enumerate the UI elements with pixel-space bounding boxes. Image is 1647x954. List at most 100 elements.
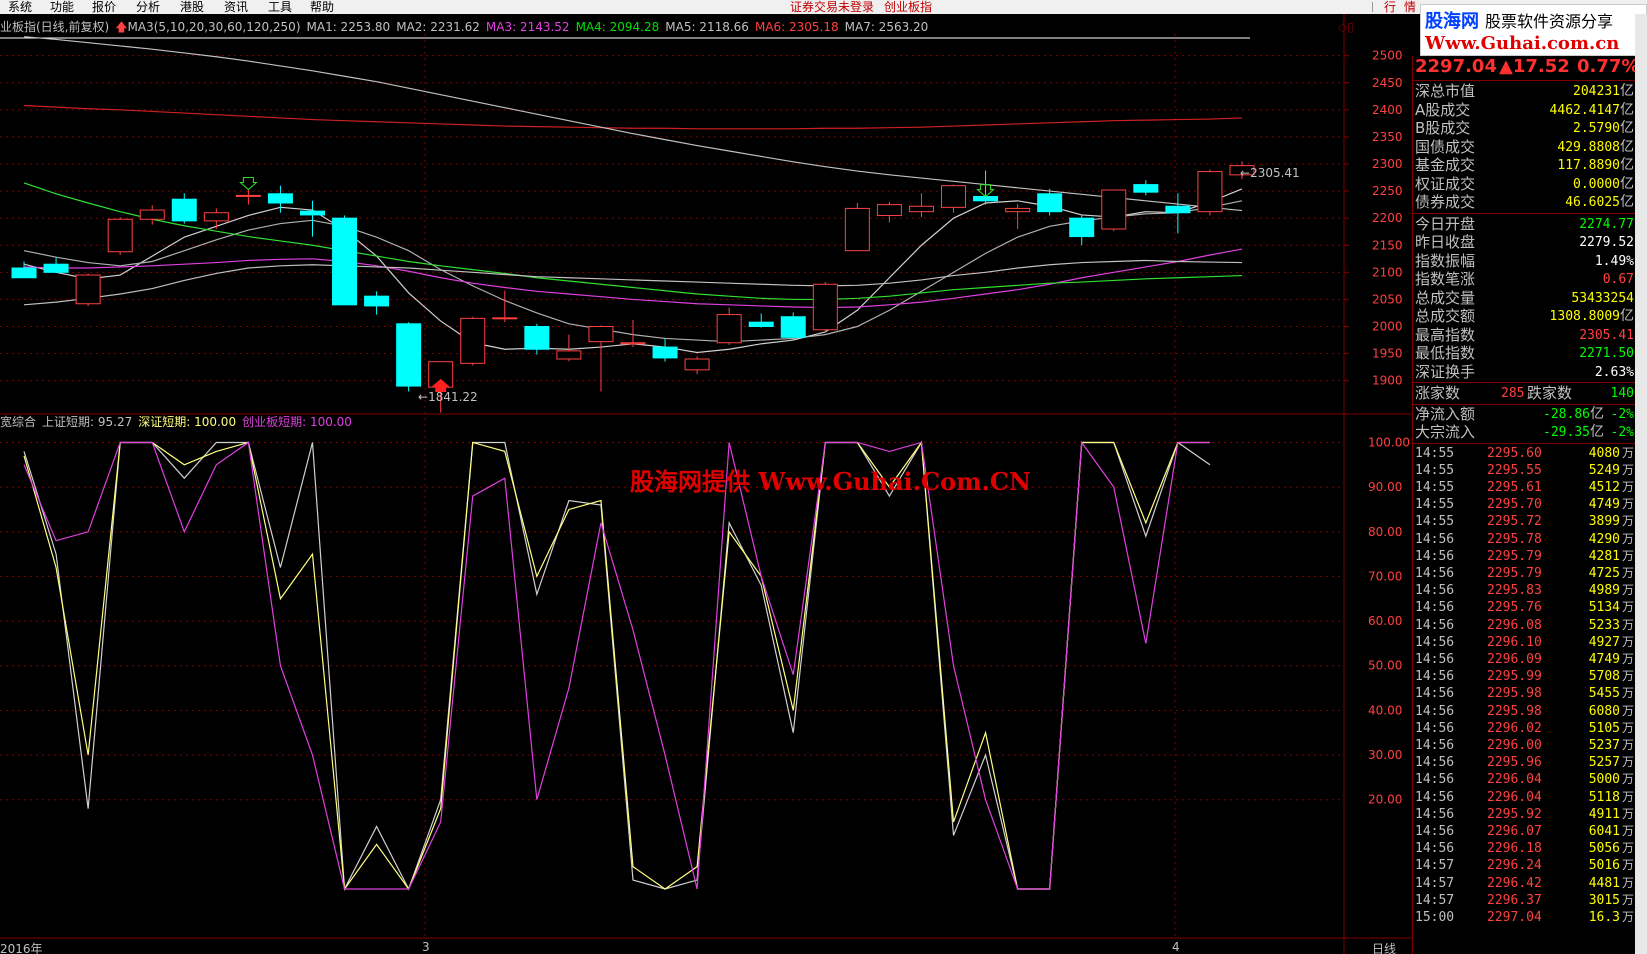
stat-value: 1.49% — [1594, 253, 1634, 269]
stat-label: 最高指数 — [1415, 325, 1476, 344]
stat-row: 指数振幅 1.49% — [1415, 252, 1634, 271]
tick-row: 14:56 2295.76 5134 万 — [1415, 599, 1634, 616]
legend-ma4: MA4: 2094.28 — [575, 20, 660, 34]
tick-price: 2295.92 — [1487, 806, 1542, 822]
menu-tools[interactable]: 工具 — [268, 0, 292, 14]
chart-options-icon[interactable]: ◇▯ — [1338, 20, 1354, 34]
tick-row: 14:57 2296.37 3015 万 — [1415, 892, 1634, 909]
menu-hk[interactable]: 港股 — [180, 0, 204, 14]
low-price-label: ←1841.22 — [418, 390, 478, 404]
menu-function[interactable]: 功能 — [50, 0, 74, 14]
tick-volume: 4290 — [1588, 531, 1620, 547]
tick-price: 2295.99 — [1487, 669, 1542, 685]
tick-unit: 万 — [1621, 875, 1634, 890]
panel-divider — [1413, 212, 1636, 214]
indicator-tick-label: 90.00 — [1368, 480, 1402, 494]
menu-analysis[interactable]: 分析 — [136, 0, 160, 14]
candle-up — [203, 212, 229, 222]
tick-volume: 5118 — [1588, 789, 1620, 805]
tick-volume: 5000 — [1588, 772, 1620, 788]
stat-label: 总成交额 — [1415, 307, 1476, 325]
tick-row: 14:56 2295.79 4725 万 — [1415, 565, 1634, 582]
tick-volume: 5257 — [1588, 755, 1620, 771]
stat-value: 1308.8009 — [1549, 309, 1620, 324]
candle-down — [1165, 205, 1191, 214]
tick-volume: 4749 — [1588, 497, 1620, 513]
price-change-pct: 0.77% — [1577, 56, 1640, 77]
price-tick-label: 2500 — [1372, 49, 1403, 63]
tick-row: 14:56 2296.09 4749 万 — [1415, 651, 1634, 668]
stat-label: 国债成交 — [1415, 137, 1476, 156]
current-price: 2297.04 — [1415, 56, 1497, 77]
tick-time: 15:00 — [1415, 909, 1455, 925]
menu-system[interactable]: 系统 — [8, 0, 32, 14]
trade-login-status[interactable]: 证券交易未登录 — [790, 0, 874, 14]
date-axis-april: 4 — [1172, 940, 1180, 954]
advance-label: 涨家数 — [1415, 384, 1461, 402]
candle-down — [1069, 217, 1095, 238]
stat-row: 基金成交 117.8890 亿 — [1415, 156, 1634, 175]
menu-quote[interactable]: 报价 — [92, 0, 116, 14]
tick-unit: 万 — [1621, 479, 1634, 494]
tick-row: 14:56 2296.18 5056 万 — [1415, 840, 1634, 857]
stat-unit: 亿 — [1620, 101, 1634, 118]
price-tick-label: 2300 — [1372, 157, 1403, 171]
stat-label: 基金成交 — [1415, 156, 1476, 174]
tick-unit: 万 — [1621, 686, 1634, 701]
stat-value: 2305.41 — [1579, 327, 1634, 343]
stat-row: 权证成交 0.0000 亿 — [1415, 175, 1634, 194]
menu-help[interactable]: 帮助 — [310, 0, 334, 14]
legend-ma7: MA7: 2563.20 — [844, 20, 929, 34]
tick-unit: 万 — [1621, 737, 1634, 752]
tick-unit: 万 — [1621, 841, 1634, 856]
tick-unit: 万 — [1621, 909, 1634, 924]
menu-quote-tab[interactable]: 行 — [1384, 0, 1396, 14]
tick-time: 14:55 — [1415, 445, 1455, 461]
menu-separator — [1372, 2, 1373, 12]
legend-ma2: MA2: 2231.62 — [396, 20, 480, 34]
tick-unit: 万 — [1621, 651, 1634, 666]
tick-row: 14:56 2296.04 5118 万 — [1415, 789, 1634, 806]
tick-price: 2295.96 — [1487, 755, 1542, 771]
candle-down — [748, 321, 774, 327]
sub-chart-legend: 宽综合 上证短期: 95.27 深证短期: 100.00 创业板短期: 100.00 — [0, 415, 358, 429]
menu-news[interactable]: 资讯 — [224, 0, 248, 14]
tick-time: 14:57 — [1415, 875, 1455, 891]
tick-row: 14:56 2295.99 5708 万 — [1415, 668, 1634, 685]
tick-price: 2295.83 — [1487, 583, 1542, 599]
candle-down — [1133, 184, 1159, 193]
stat-value: 2.5790 — [1573, 121, 1620, 136]
candle-down — [780, 316, 806, 338]
stat-label: 总成交量 — [1415, 288, 1476, 307]
candle-up — [716, 314, 742, 344]
price-tick-label: 2150 — [1372, 238, 1403, 252]
menu-quote-tab-2[interactable]: 情 — [1404, 0, 1416, 14]
stat-label: 最低指数 — [1415, 344, 1476, 362]
tick-volume: 4481 — [1588, 875, 1620, 891]
tick-price: 2295.98 — [1487, 703, 1542, 719]
tick-time: 14:56 — [1415, 669, 1455, 685]
tick-volume: 4989 — [1588, 583, 1620, 599]
candle-up — [75, 274, 101, 305]
stat-label: 债券成交 — [1415, 193, 1476, 211]
candle-up — [139, 209, 165, 220]
side-toolbar[interactable] — [1635, 14, 1647, 954]
candle-down — [396, 323, 422, 387]
tick-time: 14:56 — [1415, 720, 1455, 736]
tick-row: 14:56 2295.92 4911 万 — [1415, 806, 1634, 823]
tick-row: 14:56 2296.08 5233 万 — [1415, 617, 1634, 634]
tick-volume: 5056 — [1588, 841, 1620, 857]
stat-row: 债券成交 46.6025 亿 — [1415, 193, 1634, 212]
period-label[interactable]: 日线 — [1372, 940, 1396, 954]
advance-count: 285 — [1501, 386, 1525, 401]
legend-ma5: MA5: 2118.66 — [665, 20, 749, 34]
tick-volume: 4080 — [1588, 445, 1620, 461]
flow-unit: 亿 — [1590, 405, 1604, 422]
stat-unit: 亿 — [1620, 120, 1634, 136]
tick-row: 14:56 2296.04 5000 万 — [1415, 771, 1634, 788]
price-tick-label: 1900 — [1372, 374, 1403, 388]
tick-unit: 万 — [1621, 600, 1634, 615]
stat-row: 今日开盘 2274.77 — [1415, 215, 1634, 234]
quote-panel: 2297.04 ▲17.52 0.77% 深总市值 204231 亿 A股成交 4462… — [1412, 56, 1639, 954]
decline-label: 跌家数 — [1527, 384, 1573, 402]
